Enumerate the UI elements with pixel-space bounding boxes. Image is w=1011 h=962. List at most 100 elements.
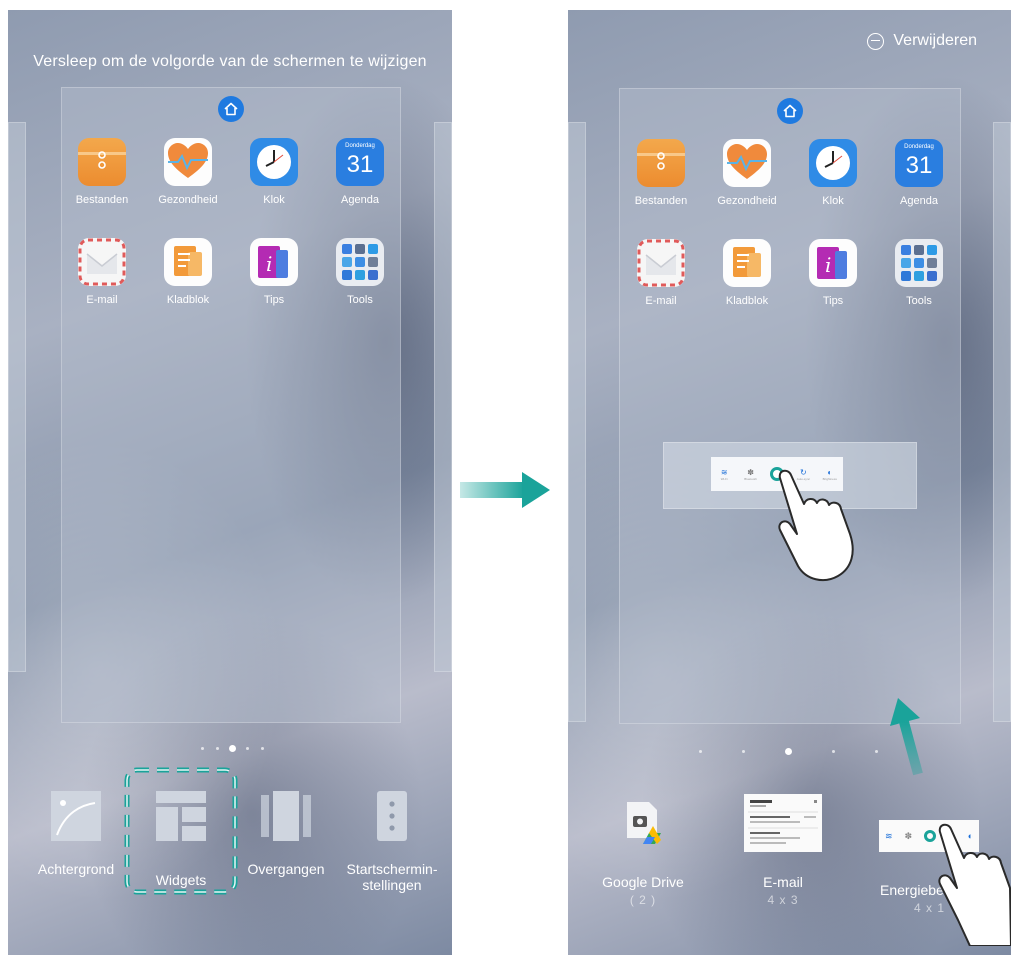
wifi-toggle[interactable]: ≋ Wi-Fi — [713, 468, 735, 481]
app-bestanden[interactable]: Bestanden — [621, 139, 701, 207]
option-label: Achtergrond — [37, 861, 115, 877]
widget-preview-email[interactable]: E-mail 4 x 3 — [728, 794, 838, 907]
page-dot[interactable] — [875, 750, 878, 753]
calendar-date: 31 — [346, 151, 374, 178]
widget-size: 4 x 3 — [767, 893, 799, 907]
page-dot[interactable] — [742, 750, 745, 753]
app-gezondheid[interactable]: Gezondheid — [148, 138, 228, 206]
calendar-day: Donderdag — [904, 144, 934, 150]
app-agenda[interactable]: Donderdag 31 Agenda — [320, 138, 400, 206]
tips-icon: i — [250, 238, 298, 286]
page-indicator[interactable] — [699, 748, 878, 755]
app-tips[interactable]: i Tips — [234, 238, 314, 306]
app-agenda[interactable]: Donderdag 31 Agenda — [879, 139, 959, 207]
app-klok[interactable]: Klok — [793, 139, 873, 207]
page-dot[interactable] — [832, 750, 835, 753]
svg-text:i: i — [266, 252, 272, 276]
page-dot[interactable] — [261, 747, 264, 750]
app-klok[interactable]: Klok — [234, 138, 314, 206]
side-screen-left[interactable] — [568, 122, 586, 722]
right-phone-screen: Verwijderen Bestanden Gezondheid Klok Do… — [568, 10, 1011, 955]
option-label: Overgangen — [247, 861, 325, 877]
app-label: Kladblok — [166, 294, 210, 306]
widgets-icon — [156, 791, 206, 841]
google-drive-icon — [625, 800, 661, 846]
health-heart-icon — [723, 139, 771, 187]
toggle-label: Wi-Fi — [720, 476, 728, 481]
page-dot[interactable] — [246, 747, 249, 750]
tips-icon: i — [809, 239, 857, 287]
bluetooth-icon: ✽ — [904, 830, 913, 841]
clock-icon — [250, 138, 298, 186]
calendar-icon: Donderdag 31 — [336, 138, 384, 186]
remove-button[interactable]: Verwijderen — [867, 32, 977, 50]
app-tips[interactable]: i Tips — [793, 239, 873, 307]
page-indicator[interactable] — [201, 745, 264, 752]
side-screen-right[interactable] — [993, 122, 1011, 722]
widget-preview-google-drive[interactable]: Google Drive ( 2 ) — [588, 800, 698, 907]
widget-name: Google Drive — [602, 874, 684, 890]
app-label: E-mail — [86, 294, 118, 306]
bluetooth-toggle[interactable]: ✽ Bluetooth — [740, 468, 762, 481]
page-dot-active[interactable] — [785, 748, 792, 755]
app-email[interactable]: E-mail — [621, 239, 701, 307]
app-label: Gezondheid — [158, 194, 218, 206]
app-label: Tips — [263, 294, 285, 306]
app-kladblok[interactable]: Kladblok — [707, 239, 787, 307]
app-label: Agenda — [341, 194, 379, 206]
transitions-icon — [261, 791, 311, 841]
page-dot[interactable] — [699, 750, 702, 753]
svg-text:i: i — [825, 253, 831, 277]
email-widget-thumbnail — [744, 794, 822, 852]
page-dot[interactable] — [216, 747, 219, 750]
wifi-icon: ≋ — [884, 830, 893, 841]
app-label: Tools — [347, 294, 373, 306]
app-gezondheid[interactable]: Gezondheid — [707, 139, 787, 207]
bluetooth-icon: ✽ — [747, 467, 754, 477]
app-label: Bestanden — [634, 195, 688, 207]
wallpaper-icon — [51, 791, 101, 841]
option-label-line2: stellingen — [362, 877, 422, 893]
left-phone-screen: Versleep om de volgorde van de schermen … — [8, 10, 452, 955]
wifi-icon: ≋ — [720, 467, 728, 477]
calendar-date: 31 — [905, 152, 933, 179]
option-label: Widgets — [155, 872, 207, 888]
drag-up-arrow-icon — [886, 696, 932, 781]
app-email[interactable]: E-mail — [62, 238, 142, 306]
calendar-icon: Donderdag 31 — [895, 139, 943, 187]
tools-folder-icon — [895, 239, 943, 287]
notepad-icon — [164, 238, 212, 286]
app-label: Bestanden — [75, 194, 129, 206]
hand-pointer-icon — [930, 816, 1011, 951]
mail-icon — [78, 238, 126, 286]
side-screen-left[interactable] — [8, 122, 26, 672]
app-label: Tips — [822, 295, 844, 307]
page-dot-active[interactable] — [229, 745, 236, 752]
home-icon[interactable] — [218, 96, 244, 122]
remove-label: Verwijderen — [893, 32, 977, 49]
app-tools[interactable]: Tools — [879, 239, 959, 307]
app-label: Tools — [906, 295, 932, 307]
transition-arrow-icon — [460, 470, 552, 515]
page-dot[interactable] — [201, 747, 204, 750]
option-label-line1: Startschermin- — [346, 861, 438, 877]
app-label: Gezondheid — [717, 195, 777, 207]
option-wallpaper[interactable]: Achtergrond — [30, 791, 122, 877]
side-screen-right[interactable] — [434, 122, 452, 672]
clock-icon — [809, 139, 857, 187]
settings-dots-icon — [367, 791, 417, 841]
home-icon[interactable] — [777, 98, 803, 124]
app-label: Klok — [263, 194, 285, 206]
option-home-settings[interactable]: Startschermin- stellingen — [334, 791, 450, 893]
app-bestanden[interactable]: Bestanden — [62, 138, 142, 206]
app-kladblok[interactable]: Kladblok — [148, 238, 228, 306]
widget-size: ( 2 ) — [629, 893, 657, 907]
mail-icon — [637, 239, 685, 287]
option-transitions[interactable]: Overgangen — [240, 791, 332, 877]
app-tools[interactable]: Tools — [320, 238, 400, 306]
health-heart-icon — [164, 138, 212, 186]
app-label: E-mail — [645, 295, 677, 307]
tools-folder-icon — [336, 238, 384, 286]
calendar-day: Donderdag — [345, 143, 375, 149]
option-widgets[interactable]: Widgets — [124, 767, 238, 895]
